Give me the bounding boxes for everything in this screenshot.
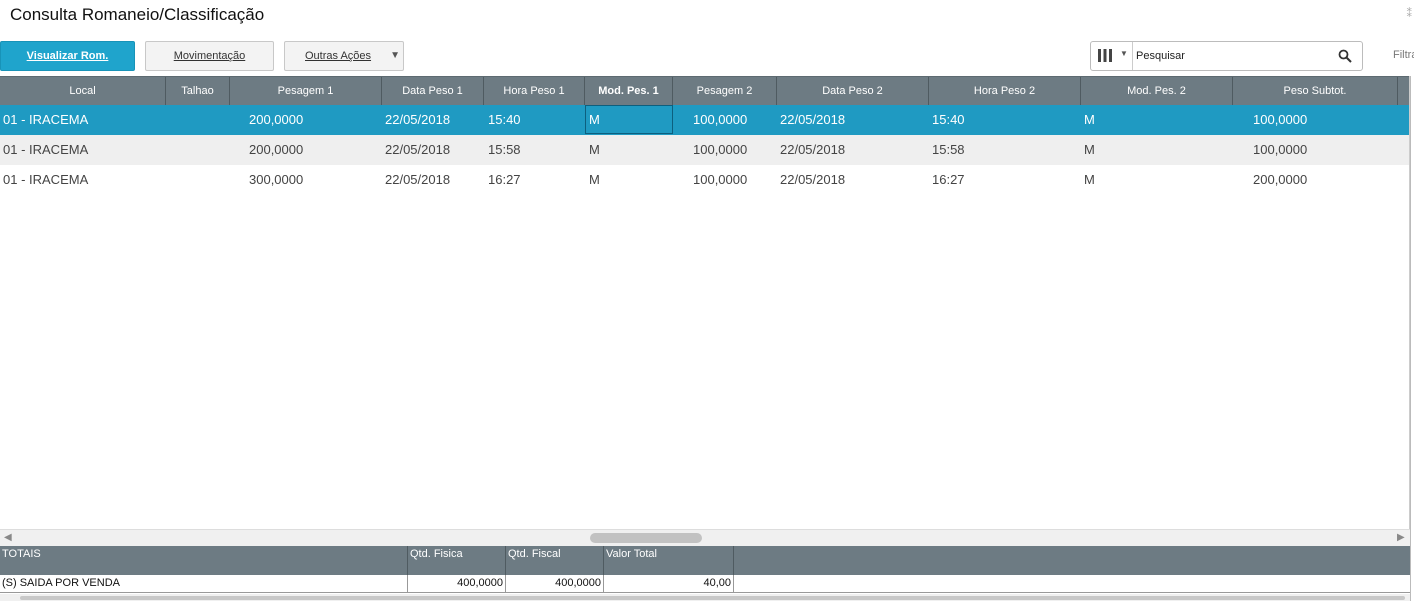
col-header-peso-subtot[interactable]: Peso Subtot. bbox=[1233, 77, 1398, 106]
cell-local: 01 - IRACEMA bbox=[3, 112, 89, 127]
caret-down-icon: ▼ bbox=[390, 50, 400, 61]
table-row[interactable]: 01 - IRACEMA 200,0000 22/05/2018 15:40 M… bbox=[0, 105, 1410, 135]
col-header-data-peso-1[interactable]: Data Peso 1 bbox=[382, 77, 484, 106]
search-icon[interactable] bbox=[1338, 49, 1352, 63]
right-panel-edge bbox=[1410, 76, 1414, 601]
cell-hora-peso-2: 16:27 bbox=[932, 172, 965, 187]
cell-peso-subtot: 200,0000 bbox=[1253, 172, 1308, 187]
col-header-pesagem-1[interactable]: Pesagem 1 bbox=[230, 77, 382, 106]
totals-row-label: (S) SAIDA POR VENDA bbox=[0, 575, 408, 592]
scroll-left-icon[interactable]: ◀ bbox=[4, 530, 12, 546]
visualizar-rom-label: Visualizar Rom. bbox=[26, 50, 109, 62]
cell-pesagem-1: 200,0000 bbox=[249, 112, 304, 127]
scrollbar-thumb[interactable] bbox=[590, 533, 702, 543]
cell-pesagem-1: 200,0000 bbox=[249, 142, 304, 157]
cell-mod-pes-2: M bbox=[1084, 172, 1095, 187]
search-input[interactable] bbox=[1136, 46, 1331, 66]
col-header-mod-pes-1[interactable]: Mod. Pes. 1 bbox=[585, 77, 673, 106]
movimentacao-button[interactable]: Movimentação bbox=[145, 41, 274, 71]
cell-mod-pes-2: M bbox=[1084, 142, 1095, 157]
columns-icon bbox=[1098, 49, 1112, 62]
cell-hora-peso-2: 15:58 bbox=[932, 142, 965, 157]
totals-header-label: TOTAIS bbox=[0, 546, 408, 575]
outras-acoes-button[interactable]: Outras Ações ▼ bbox=[284, 41, 404, 71]
cell-data-peso-1: 22/05/2018 bbox=[385, 142, 451, 157]
totals-header: TOTAIS Qtd. Fisica Qtd. Fiscal Valor Tot… bbox=[0, 546, 1410, 575]
col-header-talhao[interactable]: Talhao bbox=[166, 77, 230, 106]
col-header-mod-pes-2[interactable]: Mod. Pes. 2 bbox=[1081, 77, 1233, 106]
cell-peso-subtot: 100,0000 bbox=[1253, 112, 1308, 127]
visualizar-rom-button[interactable]: Visualizar Rom. bbox=[0, 41, 135, 71]
totals-row: (S) SAIDA POR VENDA 400,0000 400,0000 40… bbox=[0, 575, 1410, 593]
cell-data-peso-1: 22/05/2018 bbox=[385, 112, 451, 127]
search-box: ▼ bbox=[1090, 41, 1363, 71]
scroll-right-icon[interactable]: ▶ bbox=[1397, 530, 1405, 546]
totals-scrollbar[interactable] bbox=[0, 594, 1410, 601]
cell-pesagem-2: 100,0000 bbox=[693, 112, 748, 127]
totals-header-qtd-fiscal: Qtd. Fiscal bbox=[506, 546, 604, 575]
cell-pesagem-1: 300,0000 bbox=[249, 172, 304, 187]
col-header-pesagem-2[interactable]: Pesagem 2 bbox=[673, 77, 777, 106]
outras-acoes-label: Outras Ações bbox=[305, 50, 372, 62]
movimentacao-label: Movimentação bbox=[173, 50, 246, 62]
cell-peso-subtot: 100,0000 bbox=[1253, 142, 1308, 157]
totals-header-qtd-fisica: Qtd. Fisica bbox=[408, 546, 506, 575]
totals-scrollbar-thumb[interactable] bbox=[20, 596, 1405, 600]
totals-qtd-fiscal: 400,0000 bbox=[506, 575, 604, 592]
totals-valor-total: 40,00 bbox=[604, 575, 734, 592]
cell-hora-peso-1: 15:58 bbox=[488, 142, 521, 157]
totals-header-valor-total: Valor Total bbox=[604, 546, 734, 575]
col-header-local[interactable]: Local bbox=[0, 77, 166, 106]
col-header-hora-peso-1[interactable]: Hora Peso 1 bbox=[484, 77, 585, 106]
cell-pesagem-2: 100,0000 bbox=[693, 142, 748, 157]
column-selector-button[interactable]: ▼ bbox=[1091, 42, 1133, 70]
horizontal-scrollbar[interactable]: ◀ ▶ bbox=[0, 529, 1410, 546]
filter-link[interactable]: Filtrar bbox=[1393, 49, 1414, 61]
cell-local: 01 - IRACEMA bbox=[3, 142, 89, 157]
totals-qtd-fisica: 400,0000 bbox=[408, 575, 506, 592]
table-row[interactable]: 01 - IRACEMA 200,0000 22/05/2018 15:58 M… bbox=[0, 135, 1410, 165]
cell-hora-peso-2: 15:40 bbox=[932, 112, 965, 127]
cell-mod-pes-1: M bbox=[589, 142, 600, 157]
col-header-hora-peso-2[interactable]: Hora Peso 2 bbox=[929, 77, 1081, 106]
col-header-data-peso-2[interactable]: Data Peso 2 bbox=[777, 77, 929, 106]
cell-mod-pes-1: M bbox=[589, 112, 600, 127]
cell-mod-pes-1: M bbox=[589, 172, 600, 187]
cell-data-peso-2: 22/05/2018 bbox=[780, 172, 846, 187]
page-title: Consulta Romaneio/Classificação bbox=[10, 5, 265, 24]
table-row[interactable]: 01 - IRACEMA 300,0000 22/05/2018 16:27 M… bbox=[0, 165, 1410, 195]
cell-pesagem-2: 100,0000 bbox=[693, 172, 748, 187]
chevron-down-icon: ▼ bbox=[1120, 49, 1128, 58]
cell-hora-peso-1: 15:40 bbox=[488, 112, 521, 127]
cell-hora-peso-1: 16:27 bbox=[488, 172, 521, 187]
grid-header: Local Talhao Pesagem 1 Data Peso 1 Hora … bbox=[0, 76, 1410, 106]
cell-mod-pes-2: M bbox=[1084, 112, 1095, 127]
cell-local: 01 - IRACEMA bbox=[3, 172, 89, 187]
corner-handle-icon: ⁑ bbox=[1406, 8, 1413, 20]
cell-data-peso-1: 22/05/2018 bbox=[385, 172, 451, 187]
cell-data-peso-2: 22/05/2018 bbox=[780, 142, 846, 157]
cell-data-peso-2: 22/05/2018 bbox=[780, 112, 846, 127]
